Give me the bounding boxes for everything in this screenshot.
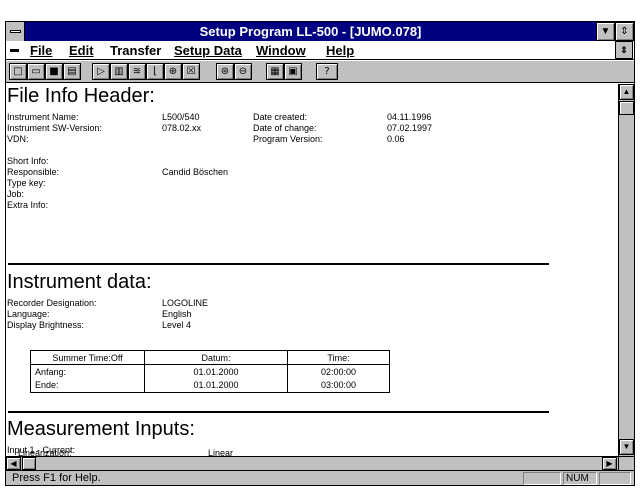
status-panel-caps [523,472,561,485]
table-cell: 01.01.2000 [144,378,288,393]
short-info-label: Short Info: [7,156,49,166]
table-row: Ende: 01.01.2000 03:00:00 [30,378,390,393]
program-version-label: Program Version: [253,134,323,144]
menu-transfer[interactable]: Transfer [110,43,161,58]
scroll-left-button[interactable]: ◀ [6,457,21,470]
status-help-text: Press F1 for Help. [12,472,101,484]
help-icon[interactable]: ? [316,63,338,80]
brightness-label: Display Brightness: [7,320,85,330]
relay-icon[interactable]: ⊕ [164,63,182,80]
table-cell: Anfang: [30,364,145,379]
status-panel-num: NUM [563,472,597,485]
table-cell: 03:00:00 [287,378,390,393]
measurement-heading: Measurement Inputs: [7,418,195,440]
file-info-heading: File Info Header: [7,85,155,107]
chart-icon[interactable]: ☒ [182,63,200,80]
document-menu-button[interactable] [6,41,25,59]
horizontal-scroll-thumb[interactable] [22,457,36,470]
scroll-down-button[interactable]: ▼ [619,439,634,455]
menu-setup-data[interactable]: Setup Data [174,43,242,58]
responsible-value: Candid Böschen [162,167,229,177]
menu-edit[interactable]: Edit [69,43,94,58]
scroll-thumb[interactable] [619,101,634,115]
date-created-value: 04.11.1996 [387,112,432,122]
recorder-label: Recorder Designation: [7,298,97,308]
app-window: Setup Program LL-500 - [JUMO.078] ▼ ⇕ Fi… [5,21,635,486]
date-change-label: Date of change: [253,123,317,133]
linearization-icon[interactable]: ⌊ [146,63,164,80]
job-label: Job: [7,189,25,199]
title-bar[interactable]: Setup Program LL-500 - [JUMO.078] ▼ ⇕ [6,22,634,41]
linearization-value: Linear [208,448,234,458]
new-file-icon[interactable]: □ [9,63,27,80]
table-cell: 01.01.2000 [144,364,288,379]
table-header: Time: [287,350,390,365]
extra-info-label: Extra Info: [7,200,49,210]
table-row: Anfang: 01.01.2000 02:00:00 [30,364,390,379]
receive-icon[interactable]: ⊖ [234,63,252,80]
print-icon[interactable]: ▤ [63,63,81,80]
system-menu-button[interactable] [6,22,25,41]
scroll-right-button[interactable]: ▶ [602,457,617,470]
minimize-button[interactable]: ▼ [596,22,615,41]
sw-version-value: 078.02.xx [162,123,202,133]
save-icon[interactable]: ■ [45,63,63,80]
instrument-name-value: L500/540 [162,112,200,122]
scroll-up-button[interactable]: ▲ [619,84,634,100]
menu-help[interactable]: Help [326,43,354,58]
sw-version-label: Instrument SW-Version: [7,123,102,133]
vdn-label: VDN: [7,134,29,144]
send-icon[interactable]: ⊛ [216,63,234,80]
document-restore-button[interactable]: ⇕ [615,41,633,59]
instrument-name-label: Instrument Name: [7,112,79,122]
scrollbar-corner [618,456,634,470]
menu-file[interactable]: File [30,43,52,58]
status-panel-scroll [599,472,631,485]
table-cell: 02:00:00 [287,364,390,379]
table-cell: Ende: [30,378,145,393]
table-header: Summer Time:Off [30,350,145,365]
date-change-value: 07.02.1997 [387,123,433,133]
open-file-icon[interactable]: ▭ [27,63,45,80]
recorder-value: LOGOLINE [162,298,209,308]
table-header-row: Summer Time:Off Datum: Time: [30,350,390,365]
document-menu-icon [10,49,19,52]
split-view-icon[interactable]: ▦ [266,63,284,80]
section-divider [8,263,549,265]
document-view[interactable]: File Info Header: Instrument Name: L500/… [6,84,618,456]
responsible-label: Responsible: [7,167,60,177]
horizontal-scrollbar[interactable]: ◀ ▶ [6,456,618,470]
menu-bar: File Edit Transfer Setup Data Window Hel… [6,41,634,60]
language-label: Language: [7,309,50,319]
page-icon[interactable]: ▥ [110,63,128,80]
instrument-data-heading: Instrument data: [7,271,152,293]
table-header: Datum: [144,350,288,365]
maximize-button[interactable]: ⇕ [615,22,634,41]
vertical-scrollbar[interactable]: ▲ ▼ [618,84,634,456]
toolbar: □ ▭ ■ ▤ ▷ ▥ ≋ ⌊ ⊕ ☒ ⊛ ⊖ ▦ ▣ ? [6,61,634,83]
instrument-icon[interactable]: ▷ [92,63,110,80]
brightness-value: Level 4 [162,320,192,330]
menu-window[interactable]: Window [256,43,306,58]
date-created-label: Date created: [253,112,308,122]
window-icon[interactable]: ▣ [284,63,302,80]
measurement-icon[interactable]: ≋ [128,63,146,80]
window-title: Setup Program LL-500 - [JUMO.078] [199,24,422,39]
section-divider [8,411,549,413]
summer-time-table: Summer Time:Off Datum: Time: Anfang: 01.… [30,350,390,393]
program-version-value: 0.06 [387,134,405,144]
linearization-label: Linearization: [18,448,72,458]
language-value: English [162,309,192,319]
status-bar: Press F1 for Help. NUM [6,470,634,485]
system-menu-icon [10,30,21,33]
type-key-label: Type key: [7,178,46,188]
